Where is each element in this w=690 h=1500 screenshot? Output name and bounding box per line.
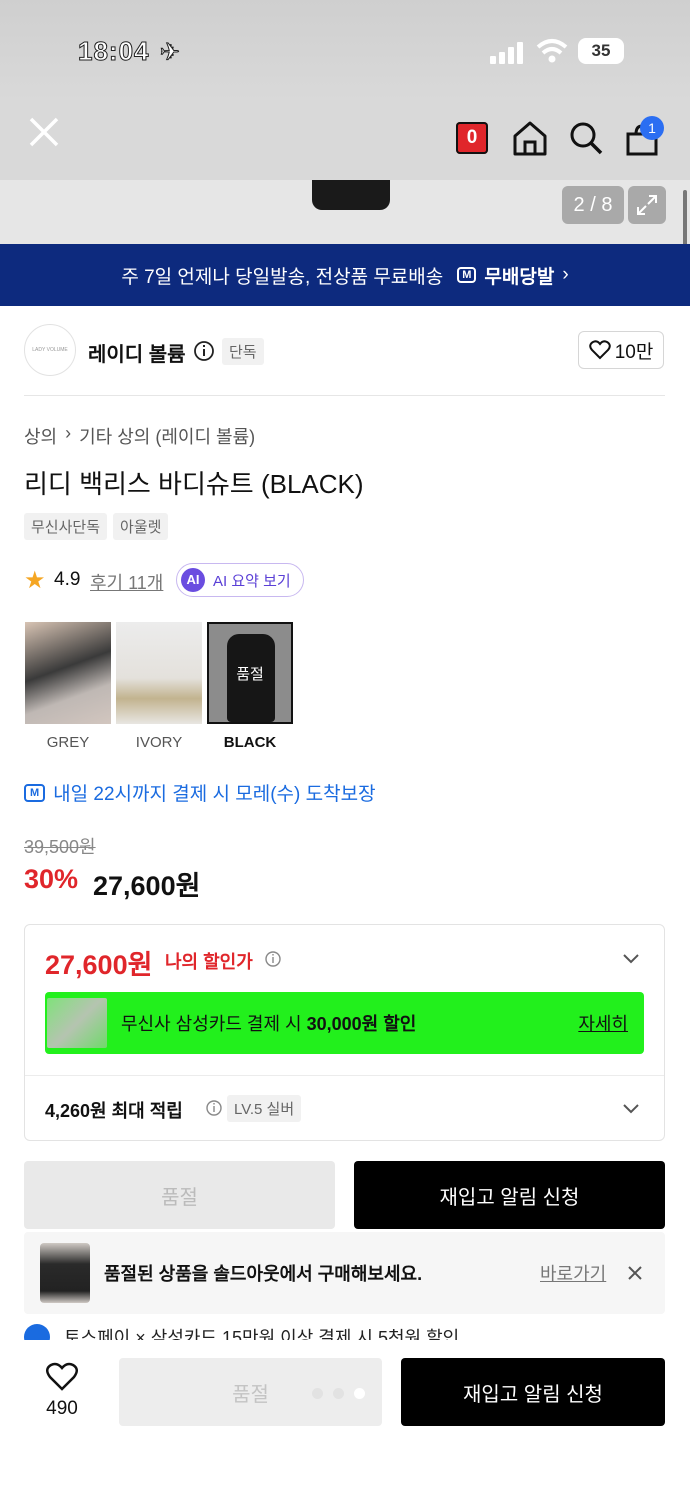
banner-brand: 무배당발 [484, 266, 555, 288]
my-price: 27,600원 [45, 950, 153, 980]
card-detail-link[interactable]: 자세히 [578, 1010, 628, 1036]
color-label-ivory: IVORY [135, 734, 183, 751]
star-icon: ★ [24, 566, 46, 594]
product-chips: 무신사단독 아울렛 [24, 513, 169, 540]
seller-logo[interactable]: LADY VOLUME [24, 324, 76, 376]
promo-text: 토스페이 × 삼성카드 15만원 이상 결제 시 5천원 할인 [64, 1328, 460, 1340]
banner-text: 주 7일 언제나 당일발송, 전상품 무료배송 [121, 266, 444, 288]
info-icon[interactable] [193, 340, 215, 362]
heart-icon [588, 340, 611, 360]
wifi-icon [536, 39, 568, 63]
points-text: 4,260원 최대 적립 [45, 1101, 183, 1121]
page-dots [312, 1388, 365, 1399]
chevron-right-icon: › [562, 264, 569, 285]
my-price-label: 나의 할인가 [165, 952, 253, 972]
rating-value: 4.9 [54, 569, 81, 590]
level-chip: LV.5 실버 [227, 1095, 302, 1122]
color-label-black: BLACK [223, 734, 277, 751]
breadcrumb-cat1[interactable]: 상의 [24, 423, 57, 449]
restock-button-label: 재입고 알림 신청 [439, 1186, 580, 1209]
soldout-label: 품절 [236, 665, 264, 683]
truck-icon: M [24, 783, 46, 802]
close-icon[interactable] [627, 1265, 643, 1281]
color-thumb-ivory[interactable] [116, 622, 202, 724]
bottom-restock-button[interactable]: 재입고 알림 신청 [401, 1358, 665, 1426]
divider [25, 1075, 664, 1076]
airplane-icon: ✈ [159, 38, 181, 67]
expand-icon [637, 195, 657, 215]
breadcrumb-cat2[interactable]: 기타 상의 (레이디 볼륨) [79, 423, 255, 449]
truck-icon: M [457, 267, 477, 283]
seller-logo-text: LADY VOLUME [32, 347, 68, 353]
chip-outlet: 아울렛 [113, 513, 169, 540]
soldout-button[interactable]: 품절 [24, 1161, 335, 1229]
chevron-down-icon[interactable] [622, 953, 640, 965]
like-button[interactable]: 10만 [578, 331, 664, 369]
soldout-overlay: 품절 [209, 624, 291, 722]
promo-strip: 토스페이 × 삼성카드 15만원 이상 결제 시 5천원 할인 [24, 1320, 459, 1340]
bottom-soldout-label: 품절 [232, 1383, 269, 1406]
ai-icon: AI [181, 568, 205, 592]
top-navigation: 0 1 [0, 100, 690, 180]
soldout-toast[interactable]: 품절된 상품을 솔드아웃에서 구매해보세요. 바로가기 [24, 1232, 665, 1314]
color-label-grey: GREY [46, 734, 90, 751]
toast-thumbnail [40, 1243, 90, 1303]
card-image [47, 998, 107, 1048]
heart-icon[interactable] [46, 1362, 78, 1392]
bottom-restock-label: 재입고 알림 신청 [463, 1383, 603, 1406]
benefit-box: 27,600원 나의 할인가 무신사 삼성카드 결제 시 30,000원 할인 … [24, 924, 665, 1141]
toss-icon [24, 1324, 50, 1340]
wishlist-count: 490 [46, 1398, 78, 1419]
delivery-guarantee[interactable]: M 내일 22시까지 결제 시 모레(수) 도착보장 [24, 779, 376, 806]
info-icon[interactable] [205, 1099, 223, 1117]
bottom-action-bar: 490 품절 재입고 알림 신청 [0, 1340, 690, 1500]
like-count: 10만 [614, 341, 654, 363]
close-icon[interactable] [28, 116, 60, 148]
soldout-button-label: 품절 [161, 1186, 198, 1209]
card-promo-text: 무신사 삼성카드 결제 시 30,000원 할인 [121, 1010, 416, 1036]
color-thumb-grey[interactable] [25, 622, 111, 724]
chevron-right-icon: › [65, 423, 72, 443]
info-icon[interactable] [264, 950, 282, 968]
home-icon[interactable] [512, 120, 548, 156]
card-promo-prefix: 무신사 삼성카드 결제 시 [121, 1014, 307, 1034]
status-bar: 18:04 ✈ 35 [0, 0, 690, 100]
breadcrumb: 상의 › 기타 상의 (레이디 볼륨) [24, 423, 255, 449]
discount-rate: 30% [24, 864, 79, 894]
cart-count: 1 [648, 120, 656, 136]
sale-price: 27,600원 [93, 871, 201, 901]
battery-indicator: 35 [578, 38, 624, 64]
restock-alert-button[interactable]: 재입고 알림 신청 [354, 1161, 665, 1229]
toast-text: 품절된 상품을 솔드아웃에서 구매해보세요. [104, 1264, 423, 1284]
ai-summary-label: AI 요약 보기 [213, 572, 291, 590]
search-icon[interactable] [568, 120, 604, 156]
red-badge-button[interactable]: 0 [456, 122, 488, 154]
card-promo-amount: 30,000원 할인 [306, 1014, 417, 1034]
card-promo-banner[interactable]: 무신사 삼성카드 결제 시 30,000원 할인 자세히 [45, 992, 644, 1054]
cart-badge: 1 [640, 116, 664, 140]
delivery-text: 내일 22시까지 결제 시 모레(수) 도착보장 [53, 784, 376, 805]
divider [24, 395, 665, 396]
chip-exclusive: 무신사단독 [24, 513, 108, 540]
signal-icon [490, 42, 523, 64]
original-price: 39,500원 [24, 837, 96, 857]
red-badge-count: 0 [466, 127, 478, 148]
expand-button[interactable] [628, 186, 666, 224]
product-title: 리디 백리스 바디슈트 (BLACK) [24, 469, 364, 499]
ai-summary-button[interactable]: AI AI 요약 보기 [176, 563, 304, 597]
product-image [312, 180, 390, 210]
status-time: 18:04 [78, 36, 150, 67]
review-link[interactable]: 후기 11개 [90, 569, 163, 595]
toast-link[interactable]: 바로가기 [540, 1260, 606, 1286]
exclusive-tag: 단독 [222, 338, 264, 365]
color-thumb-black[interactable]: 품절 [207, 622, 293, 724]
shipping-banner[interactable]: 주 7일 언제나 당일발송, 전상품 무료배송 M 무배당발 › [0, 244, 690, 306]
image-counter: 2 / 8 [562, 186, 624, 224]
chevron-down-icon[interactable] [622, 1103, 640, 1115]
seller-name[interactable]: 레이디 볼륨 [88, 338, 186, 367]
